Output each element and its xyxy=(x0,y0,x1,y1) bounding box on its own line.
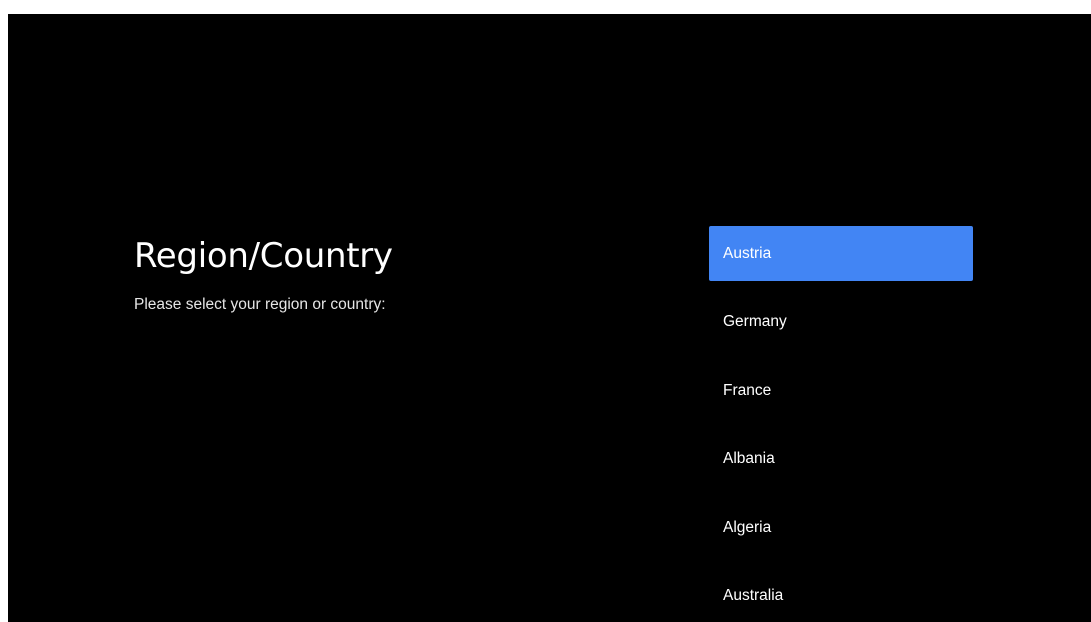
country-label: Algeria xyxy=(723,518,772,536)
country-item-germany[interactable]: Germany xyxy=(709,295,973,350)
country-item-albania[interactable]: Albania xyxy=(709,432,973,487)
country-label: Germany xyxy=(723,313,787,331)
country-item-australia[interactable]: Australia xyxy=(709,569,973,622)
country-label: France xyxy=(723,381,772,399)
country-label: Australia xyxy=(723,587,784,605)
header-panel: Region/Country Please select your region… xyxy=(134,232,654,315)
country-item-france[interactable]: France xyxy=(709,363,973,418)
country-label: Albania xyxy=(723,450,775,468)
page-title: Region/Country xyxy=(134,236,393,276)
country-list: Austria Germany France Albania Algeria A… xyxy=(709,226,973,622)
country-label: Austria xyxy=(723,244,772,262)
page-subtitle: Please select your region or country: xyxy=(134,296,386,313)
country-item-algeria[interactable]: Algeria xyxy=(709,500,973,555)
country-item-austria[interactable]: Austria xyxy=(709,226,973,281)
tv-setup-screen: Region/Country Please select your region… xyxy=(8,14,1091,622)
